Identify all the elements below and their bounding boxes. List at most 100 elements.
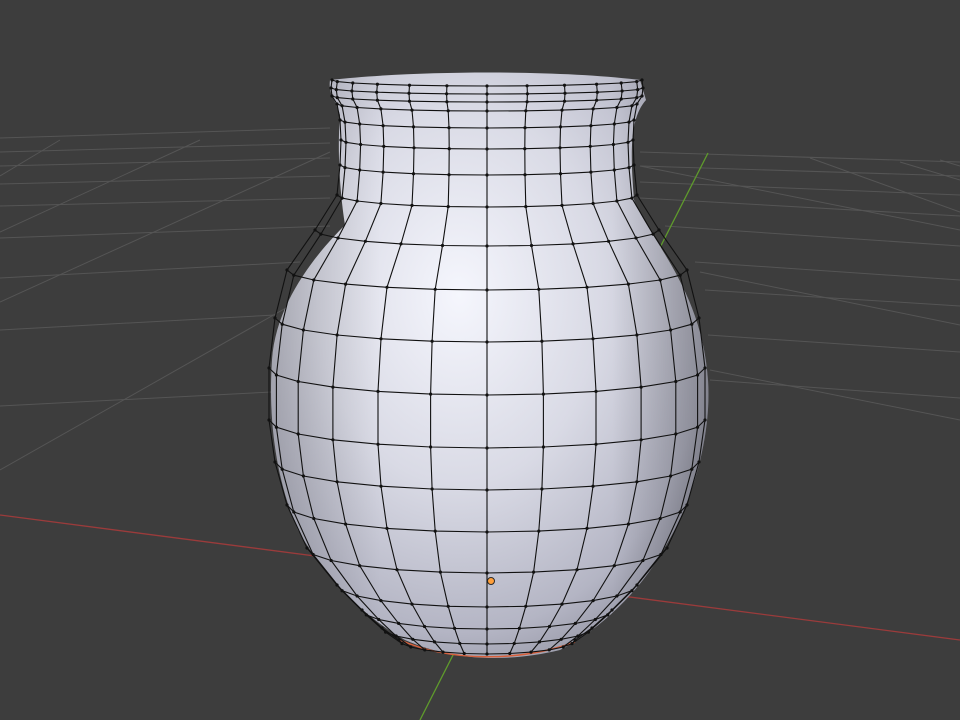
mesh-vertex: [410, 203, 414, 207]
mesh-vertex: [485, 488, 489, 492]
mesh-vertex: [433, 529, 437, 533]
mesh-vertex: [292, 273, 296, 277]
mesh-vertex: [445, 100, 449, 104]
mesh-vertex: [382, 144, 386, 148]
mesh-vertex: [586, 630, 591, 634]
mesh-vertex: [280, 322, 284, 326]
mesh-vertex: [385, 285, 389, 289]
mesh-vertex: [311, 552, 315, 557]
mesh-vertex: [379, 337, 383, 341]
mesh-vertex: [678, 273, 682, 277]
mesh-vertex: [620, 89, 624, 93]
mesh-vertex: [575, 568, 579, 572]
mesh-vertex: [267, 366, 271, 370]
mesh-vertex: [343, 120, 347, 124]
mesh-vertex: [296, 432, 300, 436]
mesh-vertex: [563, 91, 567, 95]
mesh-vertex: [331, 385, 335, 389]
mesh-vertex: [703, 418, 707, 422]
mesh-vertex: [376, 389, 380, 393]
mesh-vertex: [591, 484, 595, 488]
mesh-vertex: [375, 82, 379, 86]
mesh-vertex: [635, 333, 639, 337]
mesh-vertex: [358, 168, 362, 172]
mesh-vertex: [280, 467, 284, 471]
mesh-vertex: [485, 147, 489, 151]
mesh-vertex: [669, 474, 673, 478]
mesh-vertex: [635, 583, 639, 587]
mesh-vertex: [636, 88, 640, 92]
mesh-vertex: [665, 546, 669, 550]
mesh-vertex: [591, 599, 595, 603]
3d-viewport[interactable]: [0, 0, 960, 720]
mesh-vertex: [657, 228, 661, 232]
mesh-vertex: [640, 94, 644, 98]
mesh-vertex: [635, 80, 639, 84]
mesh-vertex: [611, 142, 616, 147]
mesh-vertex: [381, 170, 385, 174]
mesh-vertex: [678, 510, 682, 514]
mesh-vertex: [627, 166, 631, 170]
viewport-canvas[interactable]: [0, 0, 960, 720]
mesh-vertex: [615, 105, 619, 110]
mesh-vertex: [409, 645, 413, 649]
mesh-vertex: [458, 641, 462, 646]
mesh-vertex: [447, 173, 451, 177]
mesh-vertex: [407, 99, 412, 103]
mesh-vertex: [685, 268, 689, 272]
mesh-vertex: [312, 278, 316, 282]
mesh-vertex: [446, 109, 450, 113]
mesh-vertex: [537, 529, 541, 533]
mesh-vertex: [523, 147, 527, 151]
mesh-vertex: [363, 239, 367, 243]
mesh-vertex: [334, 88, 338, 92]
mesh-vertex: [525, 92, 530, 96]
mesh-vertex: [606, 613, 610, 617]
mesh-vertex: [529, 650, 533, 654]
mesh-vertex: [594, 389, 598, 393]
mesh-vertex: [430, 487, 434, 491]
mesh-vertex: [485, 652, 489, 656]
mesh-vertex: [485, 340, 489, 344]
mesh-vertex: [541, 445, 546, 449]
mesh-vertex: [560, 108, 564, 112]
mesh-vertex: [524, 604, 528, 608]
mesh-vertex: [525, 100, 529, 104]
mesh-vertex: [385, 526, 389, 531]
mesh-vertex: [573, 638, 577, 642]
mesh-vertex: [351, 97, 355, 101]
mesh-vertex: [589, 170, 593, 174]
mesh-vertex: [485, 126, 489, 130]
mesh-vertex: [576, 634, 580, 638]
object-origin-point[interactable]: [487, 577, 495, 585]
mesh-vertex: [595, 82, 599, 86]
mesh-vertex: [524, 109, 528, 113]
mesh-vertex: [588, 144, 592, 148]
mesh-vertex: [274, 373, 278, 377]
mesh-vertex: [595, 98, 599, 102]
mesh-vertex: [429, 392, 433, 396]
mesh-vertex: [540, 487, 544, 491]
mesh-vertex: [335, 193, 339, 197]
mesh-vertex: [635, 102, 639, 106]
mesh-vertex: [696, 425, 700, 429]
mesh-vertex: [635, 193, 639, 197]
mesh-vertex: [485, 393, 489, 397]
mesh-vertex: [658, 516, 662, 521]
mesh-vertex: [485, 627, 489, 631]
mesh-vertex: [330, 94, 334, 98]
mesh-vertex: [570, 642, 574, 646]
mesh-vertex: [339, 138, 343, 142]
mesh-vertex: [397, 638, 401, 642]
mesh-vertex: [330, 78, 334, 82]
mesh-vertex: [532, 570, 536, 574]
mesh-vertex: [305, 546, 309, 550]
mesh-vertex: [379, 107, 383, 111]
mesh-vertex: [674, 379, 678, 384]
mesh-vertex: [335, 96, 339, 100]
mesh-vertex: [335, 80, 339, 84]
mesh-vertex: [296, 379, 300, 384]
mesh-vertex: [485, 288, 489, 292]
mesh-vertex: [512, 641, 516, 646]
mesh-vertex: [380, 626, 384, 630]
